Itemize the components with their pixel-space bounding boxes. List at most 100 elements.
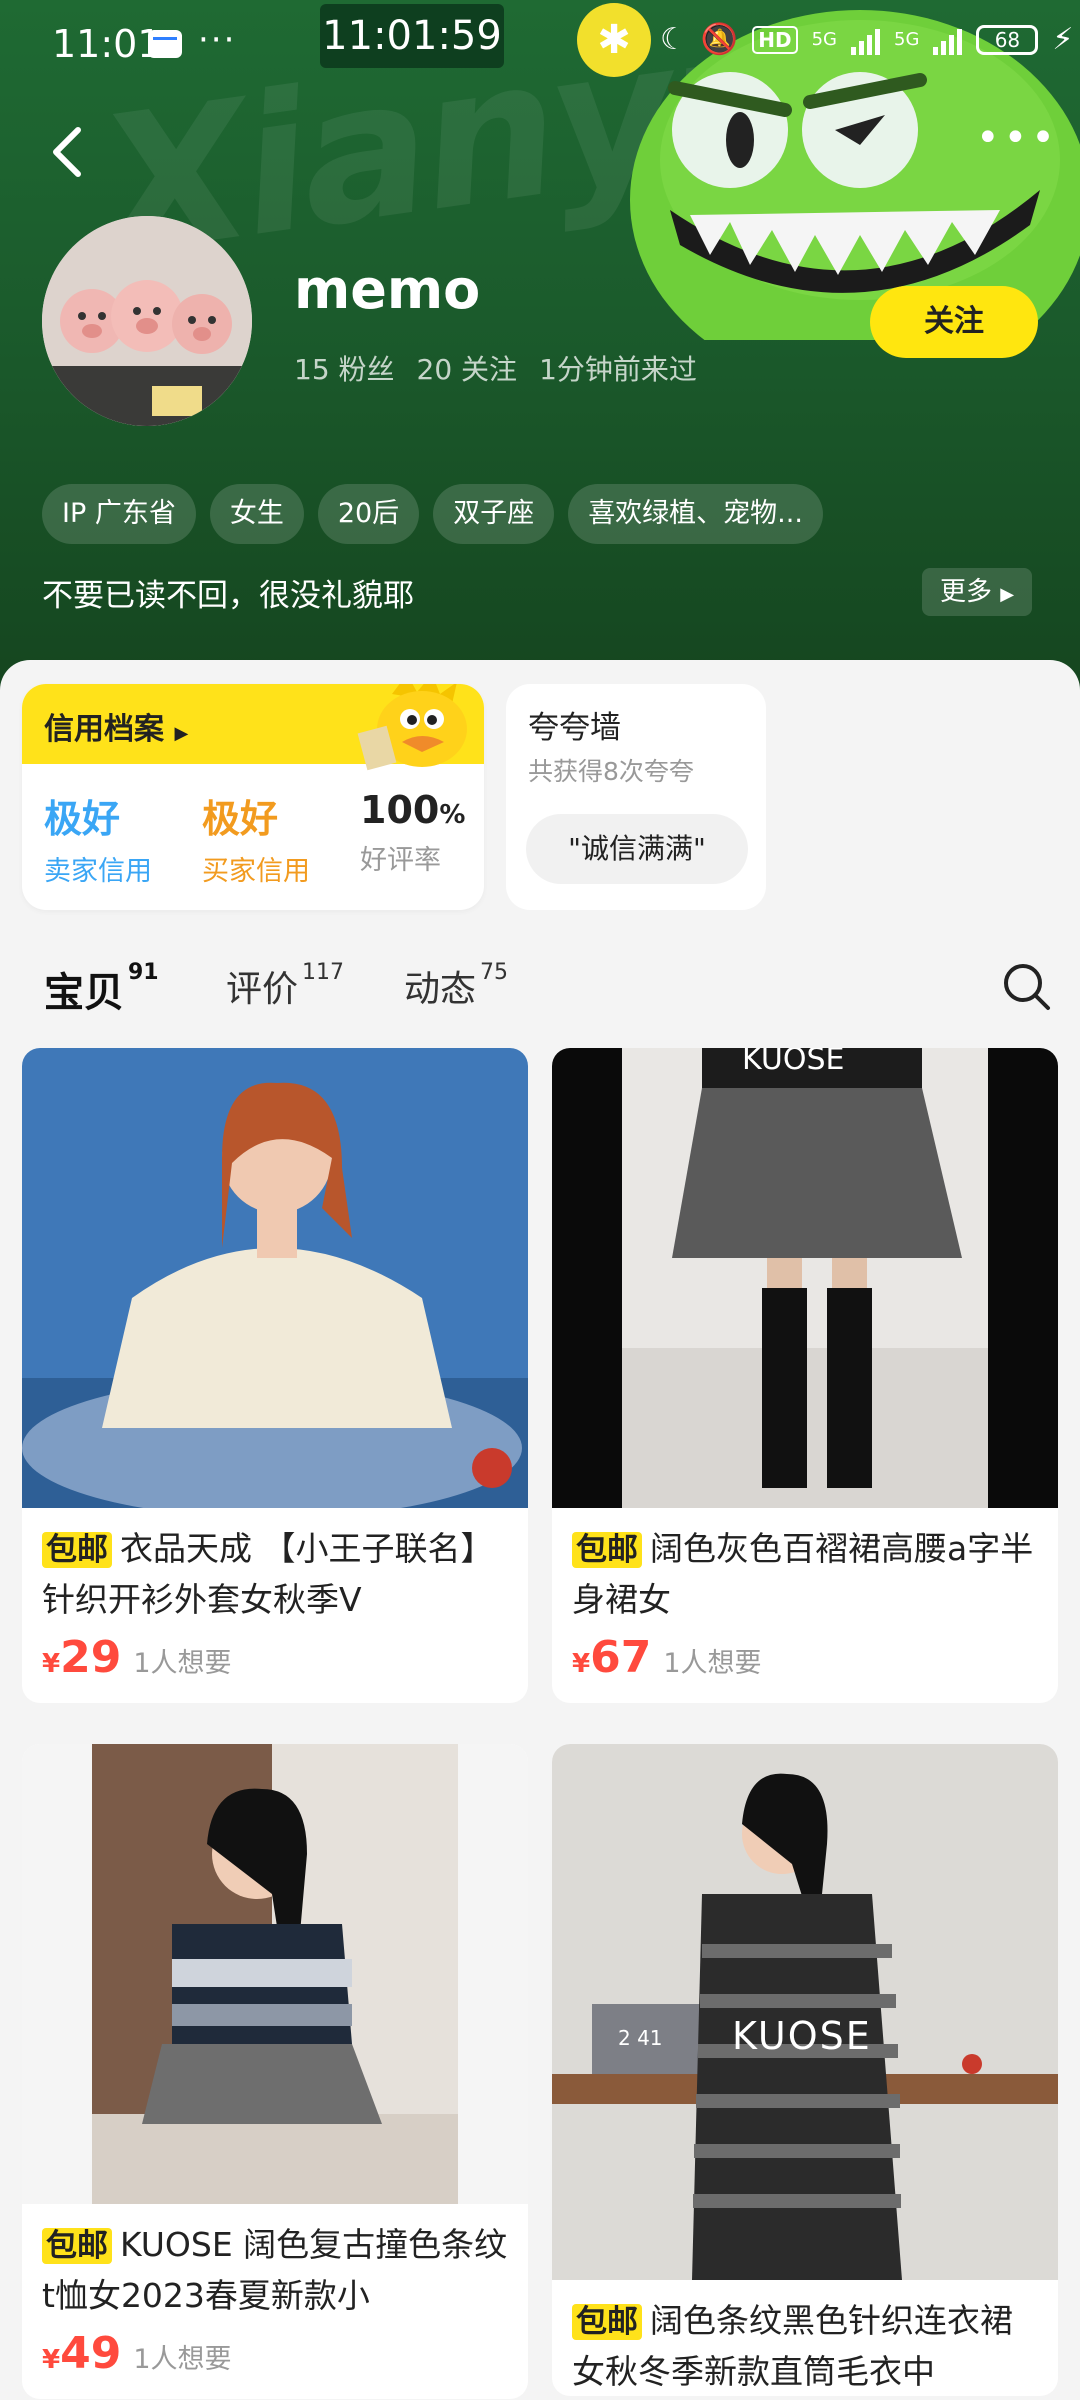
buyer-credit-value: 极好 bbox=[202, 797, 279, 841]
rate-unit: % bbox=[439, 800, 466, 830]
praise-subtitle: 共获得8次夸夸 bbox=[528, 757, 694, 786]
tab-posts-label: 动态 bbox=[404, 969, 477, 1010]
positive-rate-value: 100% bbox=[360, 788, 465, 832]
battery-icon: 68 bbox=[976, 24, 1039, 55]
product-image bbox=[22, 1048, 528, 1508]
profile-tags: IP 广东省 女生 20后 双子座 喜欢绿植、宠物... bbox=[42, 484, 823, 544]
product-image: 2 41 KUOSE bbox=[552, 1744, 1058, 2280]
product-card[interactable]: 包邮 KUOSE 阔色复古撞色条纹t恤女2023春夏新款小 ¥49 1人想要 bbox=[22, 1744, 528, 2399]
search-icon[interactable] bbox=[1002, 962, 1052, 1012]
mail-notification-icon bbox=[148, 30, 182, 58]
status-bar: 11:01 ··· 11:01:59 ✱ ☾ 🔕 HD 5G 5G 68 ⚡ bbox=[0, 0, 1080, 90]
seller-credit-label: 卖家信用 bbox=[44, 856, 152, 887]
profile-stats: 15 粉丝 20 关注 1分钟前来过 bbox=[294, 348, 697, 388]
avatar-image bbox=[42, 216, 252, 426]
price-value: 49 bbox=[60, 2328, 122, 2379]
triangle-right-icon: ▶ bbox=[174, 723, 189, 744]
mute-bell-icon: 🔕 bbox=[700, 22, 739, 57]
praise-wall-card[interactable]: 夸夸墙 共获得8次夸夸 "诚信满满" bbox=[506, 684, 766, 910]
status-icons: ☾ 🔕 HD 5G 5G 68 ⚡ bbox=[660, 22, 1074, 57]
positive-rate: 100% 好评率 bbox=[360, 788, 465, 877]
tab-items-count: 91 bbox=[128, 960, 159, 985]
profile-header: Xianyu 11:01 ··· 11:01:59 ✱ ☾ 🔕 HD 5G 5G… bbox=[0, 0, 1080, 700]
credit-profile-card[interactable]: 信用档案 ▶ 极好 卖家信用 极好 买家信用 100% 好评率 bbox=[22, 684, 484, 910]
brand-label: KUOSE bbox=[732, 2014, 872, 2058]
signal-bars-icon bbox=[851, 25, 881, 55]
profile-content: 信用档案 ▶ 极好 卖家信用 极好 买家信用 100% 好评率 夸夸墙 共获得8… bbox=[0, 660, 1080, 2400]
free-shipping-badge: 包邮 bbox=[572, 2304, 642, 2340]
floating-clock: 11:01:59 bbox=[320, 4, 504, 68]
seller-credit: 极好 卖家信用 bbox=[44, 788, 152, 888]
product-price: ¥29 bbox=[42, 1632, 121, 1683]
tab-reviews[interactable]: 评价 117 bbox=[226, 960, 344, 1012]
status-time: 11:01 bbox=[52, 22, 162, 66]
tag-zodiac: 双子座 bbox=[433, 484, 555, 544]
product-photo bbox=[552, 1744, 1058, 2280]
charging-icon: ⚡ bbox=[1052, 22, 1074, 57]
seller-credit-value: 极好 bbox=[44, 797, 121, 841]
price-row: ¥49 1人想要 bbox=[22, 2320, 528, 2399]
product-price: ¥49 bbox=[42, 2328, 121, 2379]
profile-bio: 不要已读不回，很没礼貌耶 bbox=[42, 578, 414, 614]
tab-reviews-count: 117 bbox=[302, 960, 345, 985]
praise-chip: "诚信满满" bbox=[526, 814, 748, 884]
price-value: 67 bbox=[590, 1632, 652, 1683]
product-photo bbox=[22, 1744, 528, 2204]
praise-title: 夸夸墙 bbox=[528, 710, 621, 746]
signal-label-1: 5G bbox=[811, 29, 838, 50]
avatar[interactable] bbox=[42, 216, 252, 426]
free-shipping-badge: 包邮 bbox=[42, 1532, 112, 1568]
product-title: 包邮 阔色灰色百褶裙高腰a字半身裙女 bbox=[552, 1508, 1058, 1624]
tag-location: IP 广东省 bbox=[42, 484, 196, 544]
want-count: 1人想要 bbox=[133, 2344, 232, 2375]
product-title: 包邮 KUOSE 阔色复古撞色条纹t恤女2023春夏新款小 bbox=[22, 2204, 528, 2320]
tab-items[interactable]: 宝贝 91 bbox=[44, 960, 159, 1018]
fans-count[interactable]: 15 粉丝 bbox=[294, 348, 395, 388]
tag-age: 20后 bbox=[317, 484, 420, 544]
product-photo bbox=[552, 1048, 1058, 1508]
product-card[interactable]: 2 41 KUOSE 包邮 阔色条纹黑色针织连衣裙女秋冬季新款直筒毛衣中 bbox=[552, 1744, 1058, 2396]
content-tabs: 宝贝 91 评价 117 动态 75 bbox=[0, 950, 1080, 1030]
tag-gender: 女生 bbox=[209, 484, 304, 544]
product-image bbox=[22, 1744, 528, 2204]
bluetooth-icon: ✱ bbox=[577, 3, 651, 77]
buyer-credit: 极好 买家信用 bbox=[202, 788, 310, 888]
tag-interests[interactable]: 喜欢绿植、宠物... bbox=[568, 484, 823, 544]
more-options-button[interactable]: ••• bbox=[976, 118, 1055, 168]
signal-bars-icon bbox=[933, 25, 963, 55]
free-shipping-badge: 包邮 bbox=[42, 2228, 112, 2264]
free-shipping-badge: 包邮 bbox=[572, 1532, 642, 1568]
last-seen: 1分钟前来过 bbox=[539, 353, 697, 386]
buyer-credit-label: 买家信用 bbox=[202, 856, 310, 887]
credit-title: 信用档案 ▶ bbox=[44, 704, 188, 748]
more-button[interactable]: 更多 ▶ bbox=[922, 568, 1032, 616]
price-row: ¥67 1人想要 bbox=[552, 1624, 1058, 1703]
credit-title-text: 信用档案 bbox=[44, 712, 164, 747]
positive-rate-label: 好评率 bbox=[360, 845, 441, 876]
want-count: 1人想要 bbox=[663, 1648, 762, 1679]
more-notifications-icon: ··· bbox=[198, 20, 237, 60]
brand-label: KUOSE bbox=[742, 1048, 845, 1077]
tab-posts[interactable]: 动态 75 bbox=[404, 960, 508, 1012]
product-price: ¥67 bbox=[572, 1632, 651, 1683]
username: memo bbox=[294, 258, 481, 321]
product-title: 包邮 衣品天成 【小王子联名】针织开衫外套女秋季V bbox=[22, 1508, 528, 1624]
moon-icon: ☾ bbox=[660, 22, 687, 57]
tab-reviews-label: 评价 bbox=[226, 969, 299, 1010]
following-count[interactable]: 20 关注 bbox=[417, 348, 518, 388]
follow-button[interactable]: 关注 bbox=[870, 286, 1038, 358]
product-title: 包邮 阔色条纹黑色针织连衣裙女秋冬季新款直筒毛衣中 bbox=[552, 2280, 1058, 2396]
product-card[interactable]: 包邮 衣品天成 【小王子联名】针织开衫外套女秋季V ¥29 1人想要 bbox=[22, 1048, 528, 1703]
price-row: ¥29 1人想要 bbox=[22, 1624, 528, 1703]
product-card[interactable]: KUOSE 包邮 阔色灰色百褶裙高腰a字半身裙女 ¥67 1人想要 bbox=[552, 1048, 1058, 1703]
price-value: 29 bbox=[60, 1632, 122, 1683]
back-button[interactable] bbox=[44, 124, 94, 180]
tab-posts-count: 75 bbox=[480, 960, 509, 985]
signal-label-2: 5G bbox=[894, 29, 920, 50]
want-count: 1人想要 bbox=[133, 1648, 232, 1679]
fish-mascot-icon bbox=[357, 684, 467, 771]
currency-symbol: ¥ bbox=[42, 2345, 61, 2375]
tab-items-label: 宝贝 bbox=[44, 970, 124, 1016]
hd-icon: HD bbox=[752, 25, 798, 54]
triangle-right-icon: ▶ bbox=[1000, 584, 1015, 605]
